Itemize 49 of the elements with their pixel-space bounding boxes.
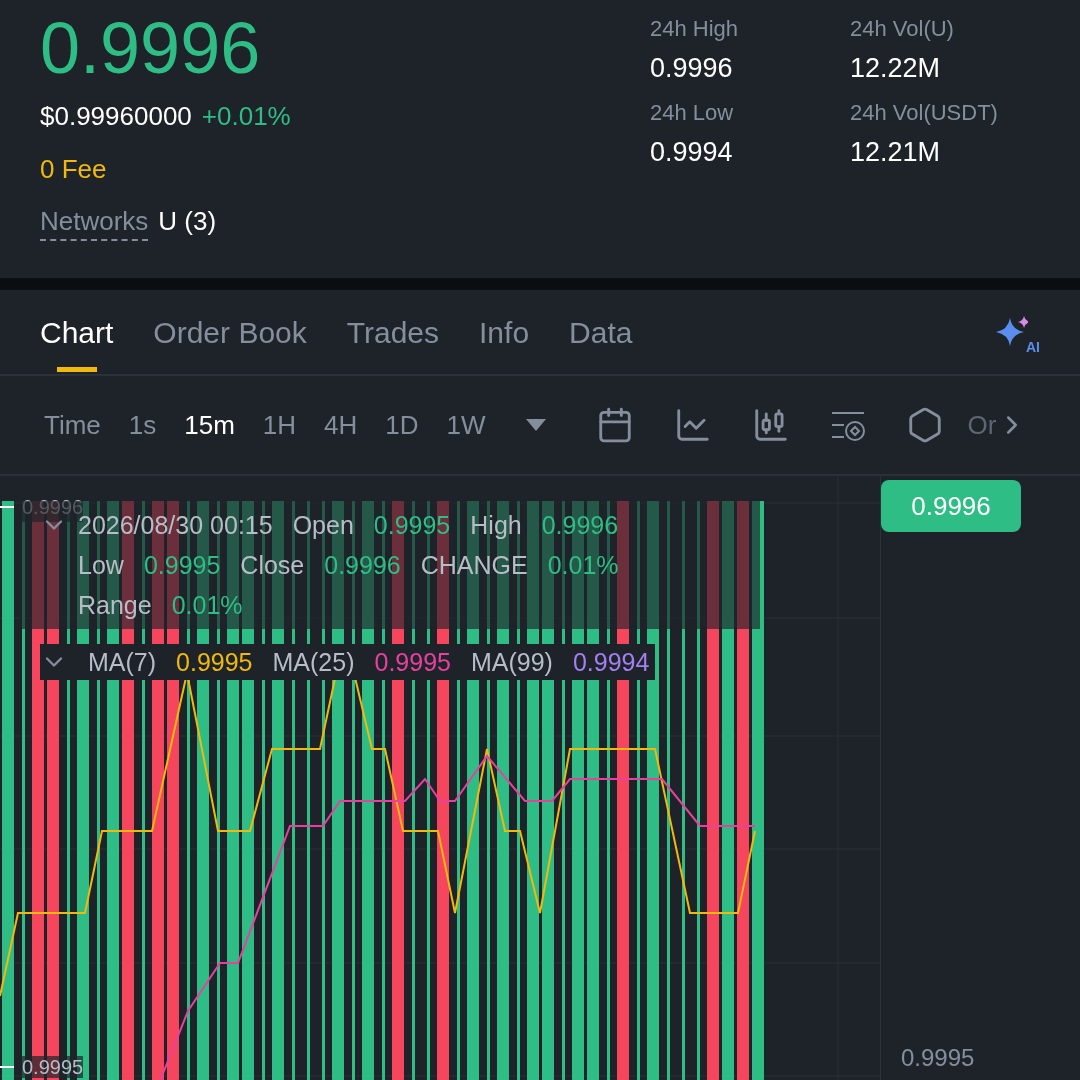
legend-label: Close [240, 550, 305, 581]
legend-label: Open [292, 510, 354, 541]
stat-value: 0.9996 [650, 52, 734, 84]
interval-tab[interactable]: 1D [385, 405, 419, 445]
ma-label: MA(25) [272, 647, 355, 678]
interval-tab[interactable]: 4H [324, 405, 358, 445]
legend-value: 0.01% [171, 590, 243, 621]
last-price-tag: 0.9996 [881, 480, 1021, 532]
stat-value: 0.9994 [650, 136, 734, 168]
stat-label: 24h Vol(USDT) [850, 100, 999, 126]
tab[interactable]: Info [479, 290, 530, 374]
more-label[interactable]: Or [967, 405, 997, 445]
legend-label: High [470, 510, 522, 541]
legend-value: 0.9995 [143, 550, 221, 581]
tab[interactable]: Trades [346, 290, 440, 374]
ma-value: 0.9995 [374, 647, 451, 678]
ma-label: MA(7) [88, 647, 157, 678]
fee-label: 0 Fee [40, 153, 107, 185]
tab[interactable]: Data [569, 290, 633, 374]
legend-value: 0.9996 [541, 510, 619, 541]
legend-value: 0.9996 [324, 550, 401, 581]
tab[interactable]: Order Book [153, 290, 307, 374]
interval-tab[interactable]: 1H [262, 405, 297, 445]
dropdown-caret-icon[interactable] [525, 419, 546, 431]
legend-label: CHANGE [420, 550, 528, 581]
ma-label: MA(99) [470, 647, 553, 678]
tab[interactable]: Chart [40, 290, 114, 374]
interval-tab[interactable]: 1s [128, 405, 157, 445]
stat-label: 24h High [650, 16, 740, 42]
axis-price-label: 0.9995 [901, 1043, 975, 1073]
last-price: 0.9996 [40, 10, 261, 86]
interval-tab[interactable]: Time [44, 405, 101, 445]
networks-value: U (3) [158, 205, 217, 238]
legend-value: 0.9995 [373, 510, 451, 541]
price-tick: 0.9995 [22, 1056, 84, 1078]
ma-value: 0.9994 [572, 647, 650, 678]
networks-link[interactable]: Networks [40, 205, 149, 241]
stat-value: 12.21M [850, 136, 942, 168]
legend-label: Low [78, 550, 124, 581]
interval-tab[interactable]: 1W [446, 405, 486, 445]
ma-value: 0.9995 [176, 647, 253, 678]
ai-assistant-button[interactable]: AI [996, 310, 1040, 354]
price-change: +0.01% [201, 100, 291, 132]
stat-label: 24h Low [650, 100, 735, 126]
stat-value: 12.22M [850, 52, 942, 84]
interval-tab[interactable]: 15m [184, 405, 235, 445]
stat-label: 24h Vol(U) [850, 16, 955, 42]
usd-price: $0.99960000 [40, 100, 192, 132]
legend-label: Range [78, 590, 152, 621]
